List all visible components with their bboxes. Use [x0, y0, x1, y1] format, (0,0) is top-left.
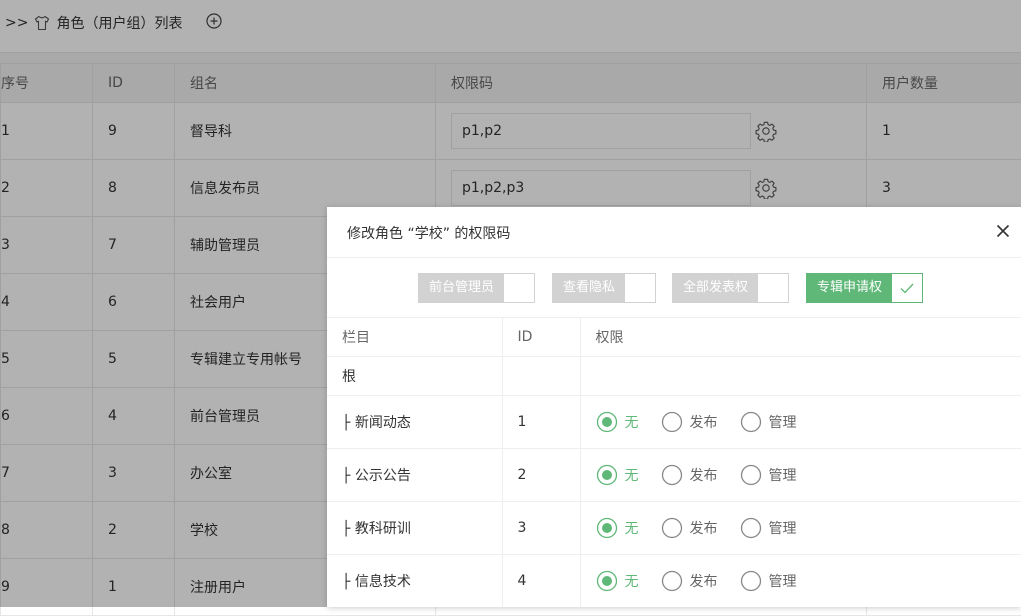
- radio-label: 发布: [690, 412, 718, 432]
- radio-label: 发布: [690, 518, 718, 538]
- radio-none[interactable]: 无: [596, 517, 639, 539]
- radio-label: 发布: [690, 571, 718, 591]
- modal-title: 修改角色 “学校” 的权限码: [347, 223, 510, 243]
- radio-label: 管理: [769, 412, 797, 432]
- radio-unchecked-icon: [740, 411, 762, 433]
- switch-label: 查看隐私: [553, 274, 625, 302]
- radio-unchecked-icon: [661, 570, 683, 592]
- radio-publish[interactable]: 发布: [661, 570, 718, 592]
- col-header-permission: 权限: [580, 318, 1021, 357]
- radio-unchecked-icon: [740, 464, 762, 486]
- switch-view-privacy[interactable]: 查看隐私: [552, 273, 656, 303]
- check-icon: [899, 280, 915, 296]
- radio-label: 管理: [769, 518, 797, 538]
- radio-unchecked-icon: [661, 411, 683, 433]
- table-row: ├ 教科研训 3 无 发布 管理: [327, 502, 1021, 555]
- section-id: 1: [502, 396, 580, 449]
- radio-label: 无: [625, 465, 639, 485]
- root-label: 根: [327, 357, 502, 396]
- section-name: ├ 新闻动态: [327, 396, 502, 449]
- radio-group: 无 发布 管理: [596, 464, 1006, 486]
- radio-label: 管理: [769, 571, 797, 591]
- switch-frontend-admin[interactable]: 前台管理员: [418, 273, 535, 303]
- table-row: ├ 新闻动态 1 无 发布 管理: [327, 396, 1021, 449]
- radio-manage[interactable]: 管理: [740, 570, 797, 592]
- radio-label: 无: [625, 412, 639, 432]
- radio-unchecked-icon: [661, 517, 683, 539]
- modal-header: 修改角色 “学校” 的权限码: [327, 207, 1021, 258]
- radio-label: 无: [625, 571, 639, 591]
- radio-unchecked-icon: [661, 464, 683, 486]
- radio-publish[interactable]: 发布: [661, 464, 718, 486]
- section-name: ├ 信息技术: [327, 555, 502, 608]
- radio-checked-icon: [596, 570, 618, 592]
- radio-checked-icon: [596, 464, 618, 486]
- close-icon[interactable]: [995, 223, 1011, 239]
- radio-manage[interactable]: 管理: [740, 517, 797, 539]
- table-row-root: 根: [327, 357, 1021, 396]
- radio-label: 管理: [769, 465, 797, 485]
- switch-label: 全部发表权: [673, 274, 758, 302]
- switch-publish-all[interactable]: 全部发表权: [672, 273, 789, 303]
- permission-modal: 修改角色 “学校” 的权限码 前台管理员 查看隐私 全部发表权 专辑申请权: [327, 207, 1021, 607]
- switch-album-apply[interactable]: 专辑申请权: [806, 273, 923, 303]
- section-id: 2: [502, 449, 580, 502]
- switch-label: 专辑申请权: [807, 274, 892, 302]
- radio-none[interactable]: 无: [596, 570, 639, 592]
- radio-none[interactable]: 无: [596, 464, 639, 486]
- radio-label: 发布: [690, 465, 718, 485]
- col-header-id: ID: [502, 318, 580, 357]
- radio-none[interactable]: 无: [596, 411, 639, 433]
- radio-publish[interactable]: 发布: [661, 517, 718, 539]
- radio-unchecked-icon: [740, 517, 762, 539]
- section-id: 4: [502, 555, 580, 608]
- radio-group: 无 发布 管理: [596, 570, 1006, 592]
- permission-switches: 前台管理员 查看隐私 全部发表权 专辑申请权: [327, 258, 1021, 318]
- table-header-row: 栏目 ID 权限: [327, 318, 1021, 357]
- column-permission-table: 栏目 ID 权限 根 ├ 新闻动态 1 无: [327, 318, 1021, 607]
- radio-manage[interactable]: 管理: [740, 464, 797, 486]
- section-id: 3: [502, 502, 580, 555]
- radio-checked-icon: [596, 411, 618, 433]
- radio-group: 无 发布 管理: [596, 411, 1006, 433]
- radio-checked-icon: [596, 517, 618, 539]
- section-name: ├ 教科研训: [327, 502, 502, 555]
- radio-unchecked-icon: [740, 570, 762, 592]
- radio-manage[interactable]: 管理: [740, 411, 797, 433]
- table-row: ├ 公示公告 2 无 发布 管理: [327, 449, 1021, 502]
- radio-label: 无: [625, 518, 639, 538]
- radio-publish[interactable]: 发布: [661, 411, 718, 433]
- radio-group: 无 发布 管理: [596, 517, 1006, 539]
- col-header-section: 栏目: [327, 318, 502, 357]
- section-name: ├ 公示公告: [327, 449, 502, 502]
- switch-label: 前台管理员: [419, 274, 504, 302]
- table-row: ├ 信息技术 4 无 发布 管理: [327, 555, 1021, 608]
